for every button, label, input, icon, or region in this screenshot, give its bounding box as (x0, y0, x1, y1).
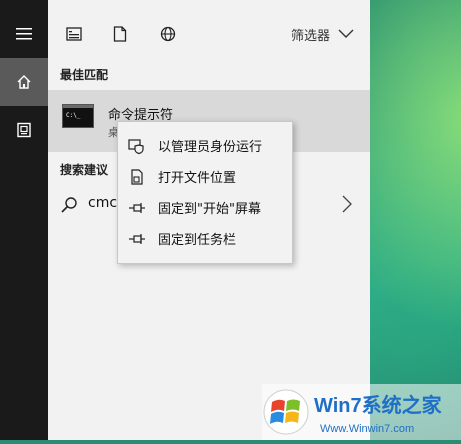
document-icon (113, 26, 127, 42)
menu-item-run-as-admin[interactable]: 以管理员身份运行 (118, 130, 292, 161)
apps-filter-button[interactable] (60, 20, 88, 48)
start-rail (0, 0, 48, 440)
watermark-brand: Win7系统之家 (314, 393, 443, 417)
hamburger-icon (16, 28, 32, 40)
pin-icon (128, 230, 146, 248)
web-filter-button[interactable] (154, 20, 182, 48)
home-button[interactable] (0, 58, 48, 106)
menu-item-pin-to-taskbar[interactable]: 固定到任务栏 (118, 223, 292, 254)
watermark-url: Www.Winwin7.com (320, 423, 414, 435)
command-prompt-icon: C:\_ (62, 104, 94, 128)
document-frame-icon (17, 122, 31, 138)
search-icon (61, 197, 77, 213)
hamburger-menu-button[interactable] (0, 10, 48, 58)
search-suggestion-text: cmc (88, 195, 118, 211)
search-suggestions-heading: 搜索建议 (60, 163, 109, 177)
pin-icon (128, 199, 146, 217)
watermark-logo: Win7系统之家 Www.Winwin7.com (262, 384, 461, 440)
menu-item-pin-to-start[interactable]: 固定到"开始"屏幕 (118, 192, 292, 223)
best-match-heading: 最佳匹配 (60, 68, 109, 82)
menu-item-label: 固定到"开始"屏幕 (158, 202, 261, 217)
menu-item-label: 固定到任务栏 (158, 233, 237, 248)
globe-icon (160, 26, 176, 42)
menu-item-label: 以管理员身份运行 (158, 140, 263, 155)
app-window-icon (66, 27, 82, 41)
chevron-down-icon (338, 29, 354, 38)
menu-item-label: 打开文件位置 (158, 171, 237, 186)
file-location-icon (128, 168, 146, 186)
documents-button[interactable] (0, 106, 48, 154)
svg-text:C:\_: C:\_ (66, 112, 81, 119)
menu-item-open-file-location[interactable]: 打开文件位置 (118, 161, 292, 192)
filter-label: 筛选器 (290, 28, 330, 44)
documents-filter-button[interactable] (106, 20, 134, 48)
admin-shield-icon (128, 137, 146, 155)
home-icon (17, 75, 31, 89)
filter-dropdown[interactable]: 筛选器 (291, 20, 354, 48)
chevron-right-icon[interactable] (342, 195, 352, 213)
context-menu: 以管理员身份运行 打开文件位置 固定到"开始"屏幕 固定到任务栏 (117, 121, 293, 264)
